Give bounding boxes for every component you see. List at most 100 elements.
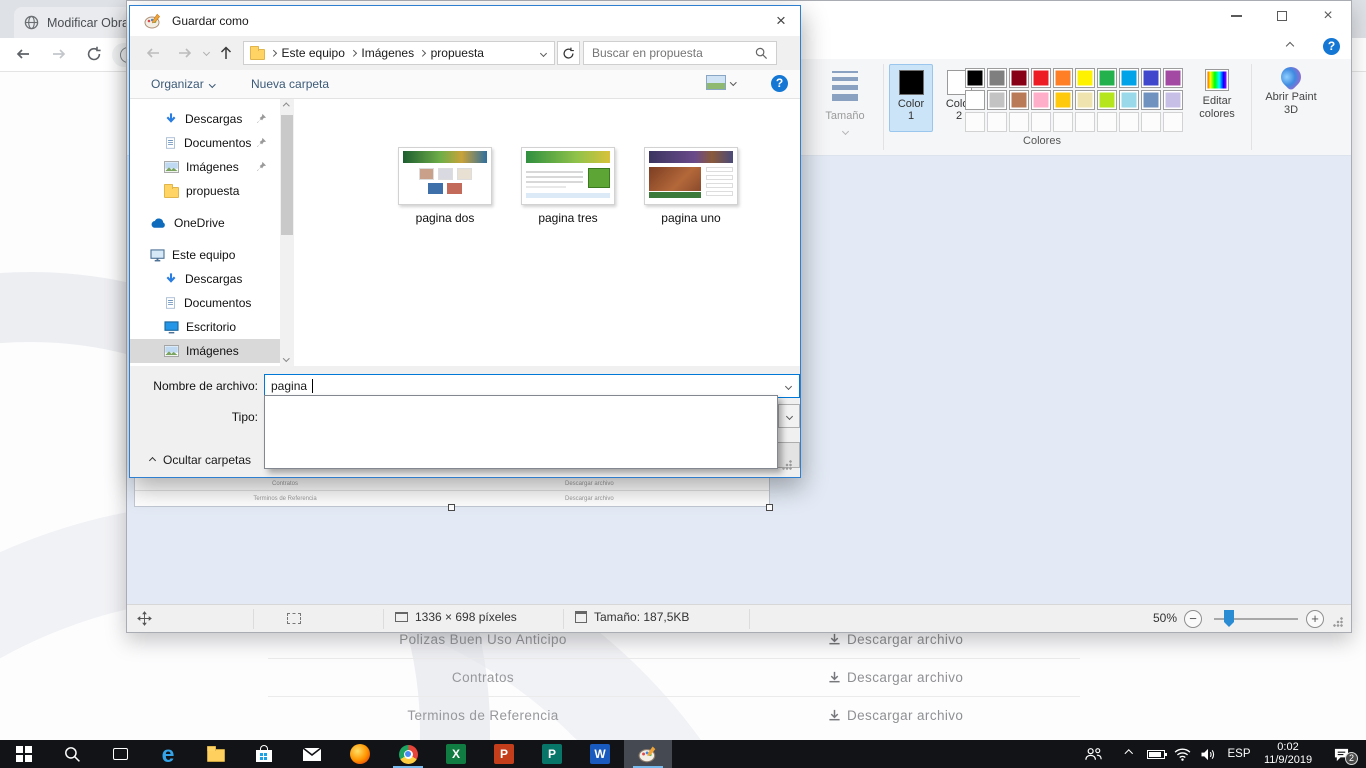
sidebar-scrollbar[interactable] — [280, 99, 294, 366]
file-name-label[interactable]: pagina uno — [644, 211, 738, 225]
address-bar[interactable]: Este equipo Imágenes propuesta — [243, 41, 555, 65]
new-folder-button[interactable]: Nueva carpeta — [251, 77, 329, 91]
language-indicator[interactable]: ESP — [1222, 740, 1256, 768]
taskbar-chrome[interactable] — [384, 740, 432, 768]
dialog-resize-grip[interactable] — [782, 460, 792, 470]
zoom-in-button[interactable]: + — [1306, 610, 1324, 628]
close-button[interactable]: × — [1305, 1, 1351, 31]
palette-swatch[interactable] — [1053, 90, 1073, 110]
zoom-out-button[interactable]: − — [1184, 610, 1202, 628]
edit-colors-button[interactable]: Editar colores — [1189, 67, 1245, 121]
palette-swatch-empty[interactable] — [1053, 112, 1073, 132]
sidebar-item-escritorio[interactable]: Escritorio — [130, 315, 280, 339]
browser-reload-icon[interactable] — [86, 46, 102, 62]
palette-swatch-empty[interactable] — [1031, 112, 1051, 132]
download-link[interactable]: Descargar archivo — [828, 632, 963, 647]
taskbar-mail[interactable] — [288, 740, 336, 768]
taskbar-file-explorer[interactable] — [192, 740, 240, 768]
up-icon[interactable] — [218, 44, 234, 62]
battery-icon[interactable] — [1142, 740, 1170, 768]
palette-swatch-empty[interactable] — [1097, 112, 1117, 132]
palette-swatch-empty[interactable] — [965, 112, 985, 132]
taskbar-excel[interactable]: X — [432, 740, 480, 768]
palette-swatch-empty[interactable] — [1141, 112, 1161, 132]
sidebar-item-documentos[interactable]: Documentos — [130, 131, 280, 155]
collapse-ribbon-icon[interactable] — [1286, 42, 1294, 50]
taskbar-powerpoint[interactable]: P — [480, 740, 528, 768]
palette-swatch-empty[interactable] — [1075, 112, 1095, 132]
filename-autocomplete-dropdown[interactable] — [264, 395, 778, 469]
paint-help-button[interactable]: ? — [1323, 38, 1340, 55]
action-center-button[interactable]: 2 — [1322, 740, 1360, 768]
file-name-label[interactable]: pagina dos — [398, 211, 492, 225]
palette-swatch[interactable] — [1141, 68, 1161, 88]
palette-swatch-empty[interactable] — [1009, 112, 1029, 132]
taskbar-publisher[interactable]: P — [528, 740, 576, 768]
palette-swatch-empty[interactable] — [987, 112, 1007, 132]
sidebar-item-este-equipo[interactable]: Este equipo — [130, 243, 280, 267]
breadcrumb-item[interactable]: Imágenes — [361, 46, 414, 60]
refresh-button[interactable] — [557, 41, 580, 65]
color1-button[interactable]: Color 1 — [889, 64, 933, 132]
task-view-button[interactable] — [96, 740, 144, 768]
browser-forward-icon[interactable] — [50, 46, 68, 62]
filetype-dropdown-button[interactable] — [778, 404, 800, 428]
sidebar-item-imagenes-2[interactable]: Imágenes — [130, 339, 280, 363]
minimize-button[interactable] — [1213, 1, 1259, 31]
palette-swatch[interactable] — [965, 68, 985, 88]
download-link[interactable]: Descargar archivo — [828, 708, 963, 723]
open-paint3d-button[interactable]: Abrir Paint 3D — [1259, 65, 1323, 117]
sidebar-item-onedrive[interactable]: OneDrive — [130, 211, 280, 235]
window-resize-grip[interactable] — [1333, 617, 1343, 627]
view-mode-button[interactable] — [706, 75, 736, 90]
palette-swatch[interactable] — [987, 68, 1007, 88]
palette-swatch[interactable] — [1075, 68, 1095, 88]
organize-button[interactable]: Organizar — [151, 77, 214, 91]
palette-swatch[interactable] — [987, 90, 1007, 110]
taskbar-store[interactable] — [240, 740, 288, 768]
palette-swatch[interactable] — [1075, 90, 1095, 110]
breadcrumb-item[interactable]: Este equipo — [282, 46, 345, 60]
wifi-icon[interactable] — [1168, 740, 1196, 768]
browser-back-icon[interactable] — [14, 46, 32, 62]
dialog-help-button[interactable]: ? — [771, 75, 788, 92]
sidebar-item-descargas-2[interactable]: Descargas — [130, 267, 280, 291]
taskbar-paint-active[interactable] — [624, 740, 672, 768]
file-name-label[interactable]: pagina tres — [521, 211, 615, 225]
back-icon[interactable] — [144, 45, 162, 61]
zoom-slider-thumb[interactable] — [1224, 610, 1234, 622]
recent-locations-icon[interactable] — [203, 49, 210, 56]
palette-swatch[interactable] — [1163, 90, 1183, 110]
palette-swatch[interactable] — [1009, 90, 1029, 110]
selection-handle[interactable] — [766, 504, 773, 511]
selection-handle[interactable] — [448, 504, 455, 511]
taskbar-word[interactable]: W — [576, 740, 624, 768]
file-thumbnail-pagina-tres[interactable] — [521, 147, 615, 205]
forward-icon[interactable] — [176, 45, 194, 61]
search-input[interactable] — [592, 46, 755, 60]
clock[interactable]: 0:02 11/9/2019 — [1256, 740, 1320, 768]
taskbar-firefox[interactable] — [336, 740, 384, 768]
hide-folders-button[interactable]: Ocultar carpetas — [150, 453, 251, 467]
volume-icon[interactable] — [1194, 740, 1222, 768]
file-thumbnail-pagina-dos[interactable] — [398, 147, 492, 205]
sidebar-item-descargas[interactable]: Descargas — [130, 107, 280, 131]
people-icon[interactable] — [1078, 740, 1108, 768]
palette-swatch[interactable] — [1119, 90, 1139, 110]
palette-swatch[interactable] — [1163, 68, 1183, 88]
dialog-close-button[interactable]: × — [760, 6, 802, 36]
palette-swatch[interactable] — [1097, 68, 1117, 88]
palette-swatch[interactable] — [1031, 90, 1051, 110]
palette-swatch[interactable] — [1141, 90, 1161, 110]
sidebar-item-imagenes[interactable]: Imágenes — [130, 155, 280, 179]
palette-swatch[interactable] — [1009, 68, 1029, 88]
palette-swatch-empty[interactable] — [1163, 112, 1183, 132]
file-thumbnail-pagina-uno[interactable] — [644, 147, 738, 205]
palette-swatch[interactable] — [1119, 68, 1139, 88]
sidebar-item-documentos-2[interactable]: Documentos — [130, 291, 280, 315]
palette-swatch[interactable] — [1097, 90, 1117, 110]
download-link[interactable]: Descargar archivo — [828, 670, 963, 685]
sidebar-item-propuesta[interactable]: propuesta — [130, 179, 280, 203]
search-box[interactable] — [583, 41, 777, 65]
palette-swatch[interactable] — [965, 90, 985, 110]
